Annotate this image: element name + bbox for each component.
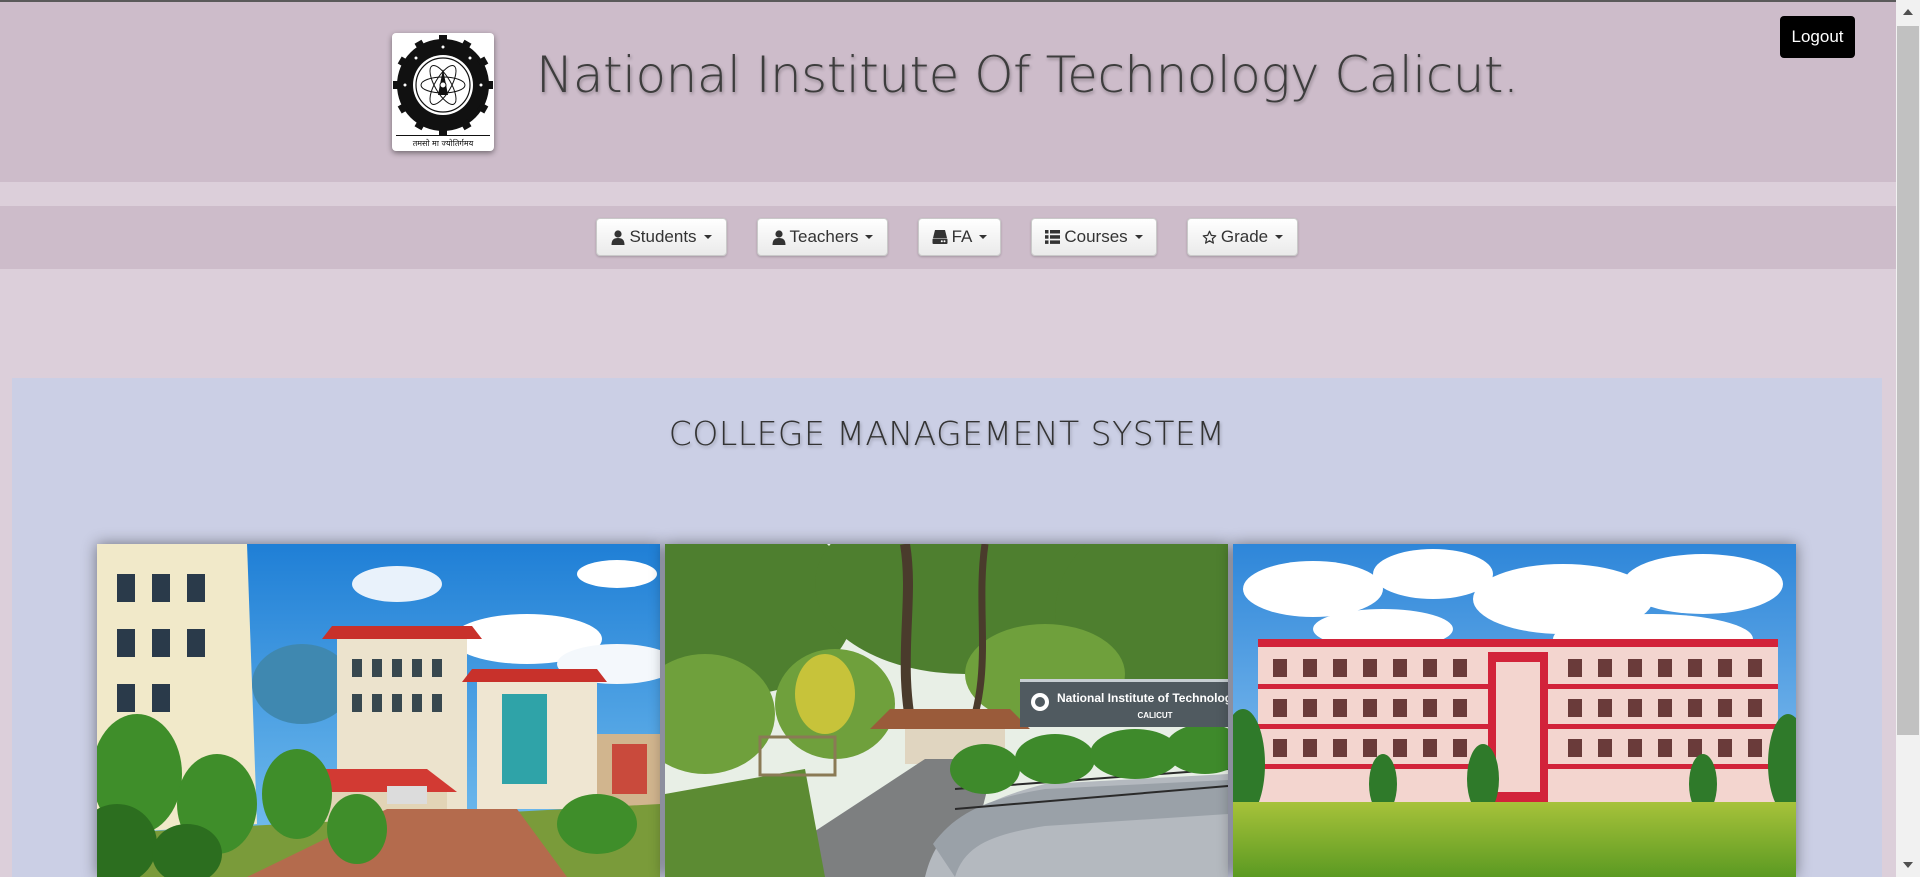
list-icon	[1045, 230, 1061, 244]
entrance-sign-subtitle: CALICUT	[1137, 711, 1172, 720]
logout-button[interactable]: Logout	[1780, 16, 1855, 58]
nitc-logo: तमसो मा ज्योतिर्गमय	[392, 33, 494, 151]
campus-building-photo-2	[1233, 544, 1796, 877]
fa-label: FA	[951, 227, 973, 246]
chevron-down-icon	[703, 235, 712, 239]
students-label: Students	[629, 227, 697, 246]
campus-building-photo-1	[97, 544, 660, 877]
scroll-up-arrow-icon[interactable]	[1903, 9, 1913, 15]
scrollbar-thumb[interactable]	[1897, 26, 1919, 735]
chevron-down-icon	[979, 235, 988, 239]
courses-label: Courses	[1064, 227, 1128, 246]
grade-dropdown[interactable]: Grade	[1187, 218, 1298, 256]
campus-entrance-photo: National Institute of Technology CALICUT	[665, 544, 1228, 877]
teachers-label: Teachers	[789, 227, 859, 246]
logo-motto: तमसो मा ज्योतिर्गमय	[413, 138, 474, 148]
vertical-scrollbar[interactable]	[1896, 0, 1920, 877]
site-header: तमसो मा ज्योतिर्गमय National Institute O…	[0, 2, 1896, 182]
site-title: National Institute Of Technology Calicut…	[536, 46, 1519, 104]
star-icon	[1202, 230, 1217, 245]
grade-label: Grade	[1220, 227, 1269, 246]
teachers-dropdown[interactable]: Teachers	[757, 218, 888, 256]
main-nav: Students Teachers FA Courses Grade	[0, 206, 1896, 269]
chevron-down-icon	[1275, 235, 1284, 239]
entrance-sign-title: National Institute of Technology	[1057, 691, 1228, 705]
user-icon	[611, 229, 625, 245]
scroll-down-arrow-icon[interactable]	[1903, 862, 1913, 868]
main-panel: COLLEGE MANAGEMENT SYSTEM National Insti…	[12, 378, 1882, 877]
hdd-icon	[932, 230, 948, 244]
chevron-down-icon	[1134, 235, 1143, 239]
chevron-down-icon	[865, 235, 874, 239]
fa-dropdown[interactable]: FA	[918, 218, 1001, 256]
panel-heading: COLLEGE MANAGEMENT SYSTEM	[668, 414, 1226, 453]
courses-dropdown[interactable]: Courses	[1031, 218, 1157, 256]
user-icon	[772, 229, 786, 245]
students-dropdown[interactable]: Students	[596, 218, 727, 256]
